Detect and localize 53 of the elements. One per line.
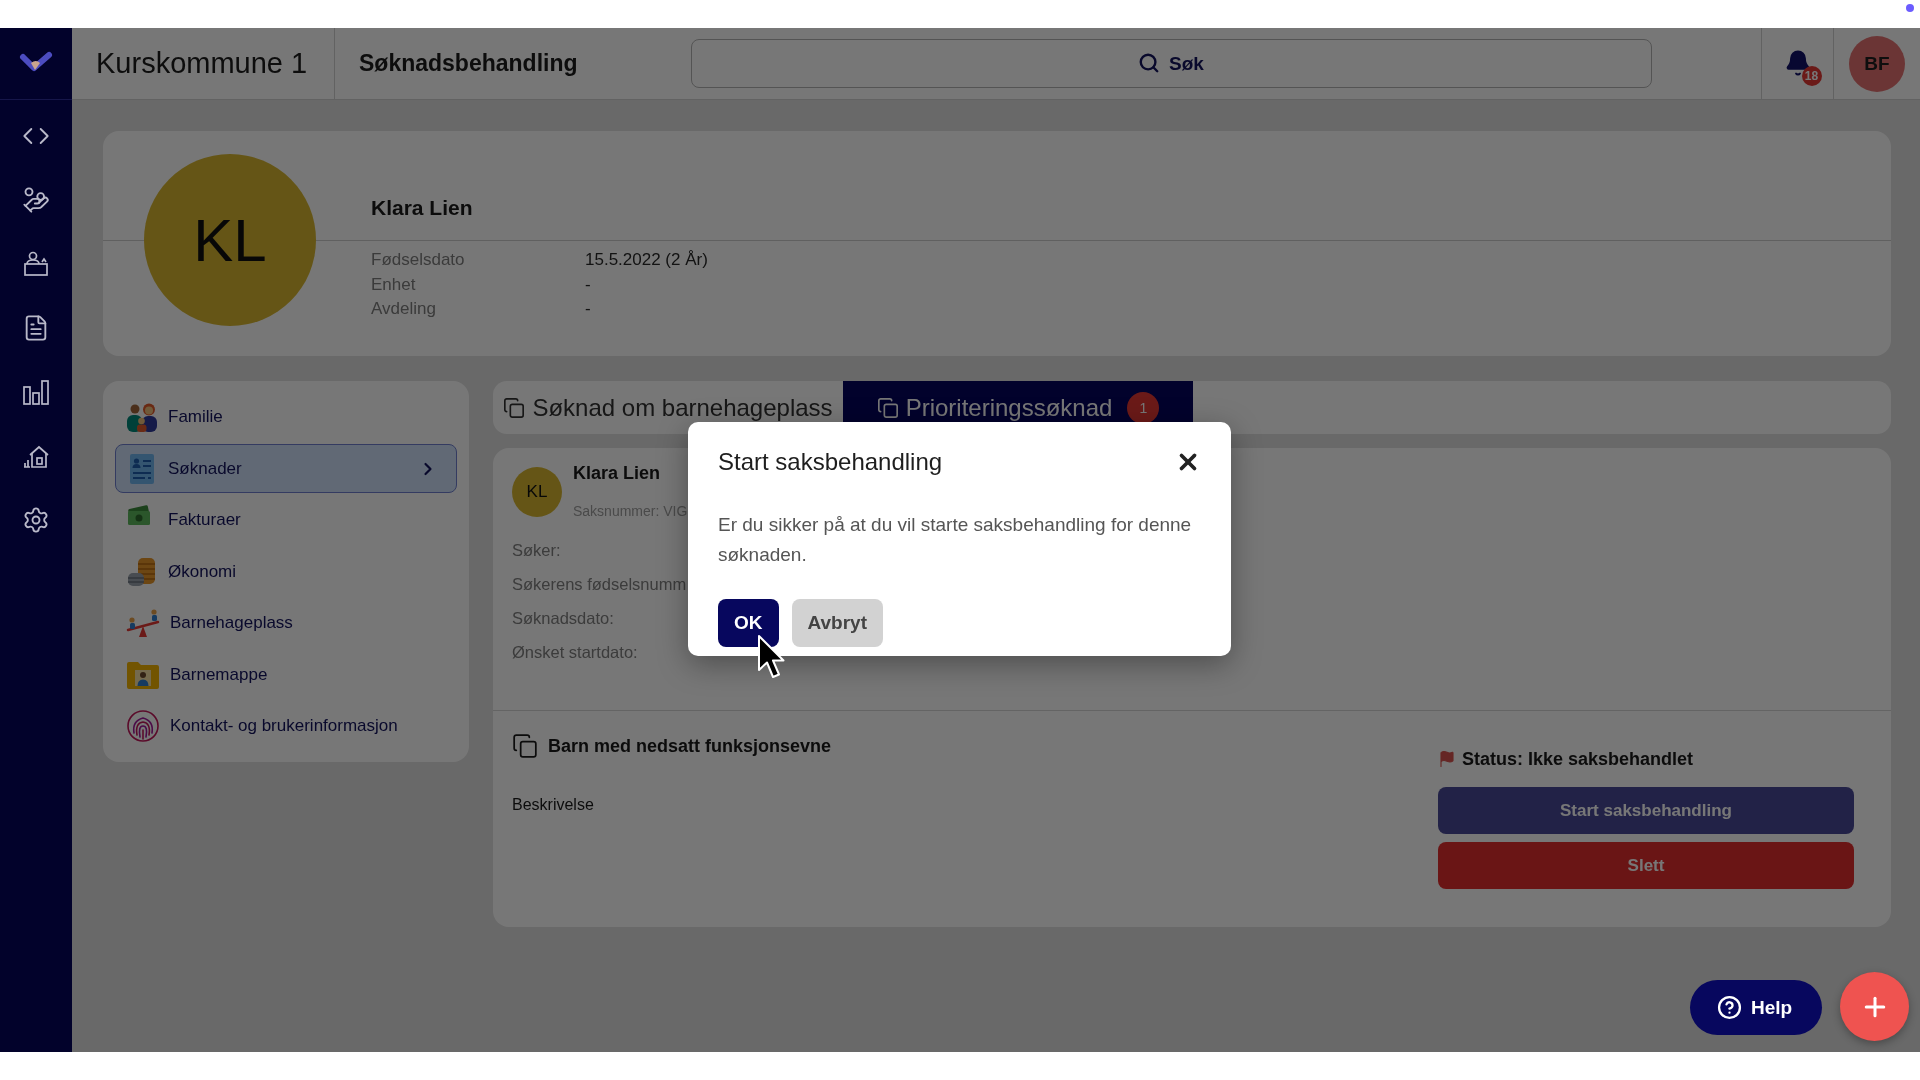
flag-icon <box>1438 750 1456 768</box>
description-label: Beskrivelse <box>512 796 594 814</box>
field-label: Avdeling <box>371 298 436 320</box>
page-title: Søknadsbehandling <box>359 50 578 77</box>
section-title: Barn med nedsatt funksjonsevne <box>548 735 832 757</box>
dialog-message: Er du sikker på at du vil starte saksbehandling for denne søknaden. <box>718 513 1193 567</box>
field-label: Søkerens fødselsnumm <box>512 574 687 595</box>
field-value: 15.5.2022 (2 År) <box>585 249 708 271</box>
delete-button[interactable]: Slett <box>1438 842 1854 889</box>
profile-name: Klara Lien <box>371 195 473 221</box>
field-value: - <box>585 298 591 320</box>
ok-button[interactable]: OK <box>718 599 779 647</box>
coins-icon <box>126 556 158 587</box>
search-field[interactable]: Søk <box>691 39 1652 88</box>
status-text: Status: Ikke saksbehandlet <box>1462 748 1694 770</box>
menu-item[interactable]: Søknader <box>115 444 457 493</box>
start-button[interactable]: Start saksbehandling <box>1438 787 1854 834</box>
folder-icon <box>126 659 160 690</box>
indicator-dot-icon <box>1906 4 1914 12</box>
copy-icon <box>512 733 538 759</box>
menu-item[interactable]: Barnemappe <box>115 650 457 699</box>
field-label: Enhet <box>371 273 416 296</box>
menu-item[interactable]: Familie <box>115 392 457 442</box>
bar-chart-icon[interactable] <box>22 378 50 406</box>
help-button[interactable]: Help <box>1690 980 1822 1035</box>
menu-item[interactable]: Fakturaer <box>115 495 457 545</box>
help-icon <box>1717 995 1742 1020</box>
fingerprint-icon <box>126 709 160 743</box>
applicant-name: Klara Lien <box>573 462 661 485</box>
field-label: Søknadsdato: <box>512 608 614 629</box>
menu-item[interactable]: Kontakt- og brukerinformasjon <box>115 701 457 751</box>
field-value: - <box>585 273 591 296</box>
hand-coins-icon[interactable] <box>22 186 50 214</box>
copy-icon <box>503 396 526 419</box>
copy-icon <box>876 396 899 419</box>
avatar: KL <box>144 154 316 326</box>
avatar: KL <box>512 467 562 517</box>
search-icon <box>1138 52 1160 74</box>
menu-item[interactable]: Barnehageplass <box>115 598 457 648</box>
field-label: Ønsket startdato: <box>512 642 638 663</box>
application-tab[interactable]: Søknad om barnehageplass <box>493 381 843 434</box>
family-icon <box>126 402 158 432</box>
person-counter-icon[interactable] <box>22 250 50 278</box>
field-label: Fødselsdato <box>371 249 465 271</box>
field-label: Søker: <box>512 540 561 561</box>
cancel-button[interactable]: Avbryt <box>791 599 883 647</box>
dialog-title: Start saksbehandling <box>718 448 943 476</box>
count-badge: 1 <box>1127 391 1160 424</box>
organization-name: Kurskommune 1 <box>96 47 308 80</box>
seesaw-icon <box>126 608 160 638</box>
notification-badge: 18 <box>1801 65 1822 86</box>
settings-icon[interactable] <box>22 506 50 534</box>
menu-item[interactable]: Økonomi <box>115 547 457 596</box>
